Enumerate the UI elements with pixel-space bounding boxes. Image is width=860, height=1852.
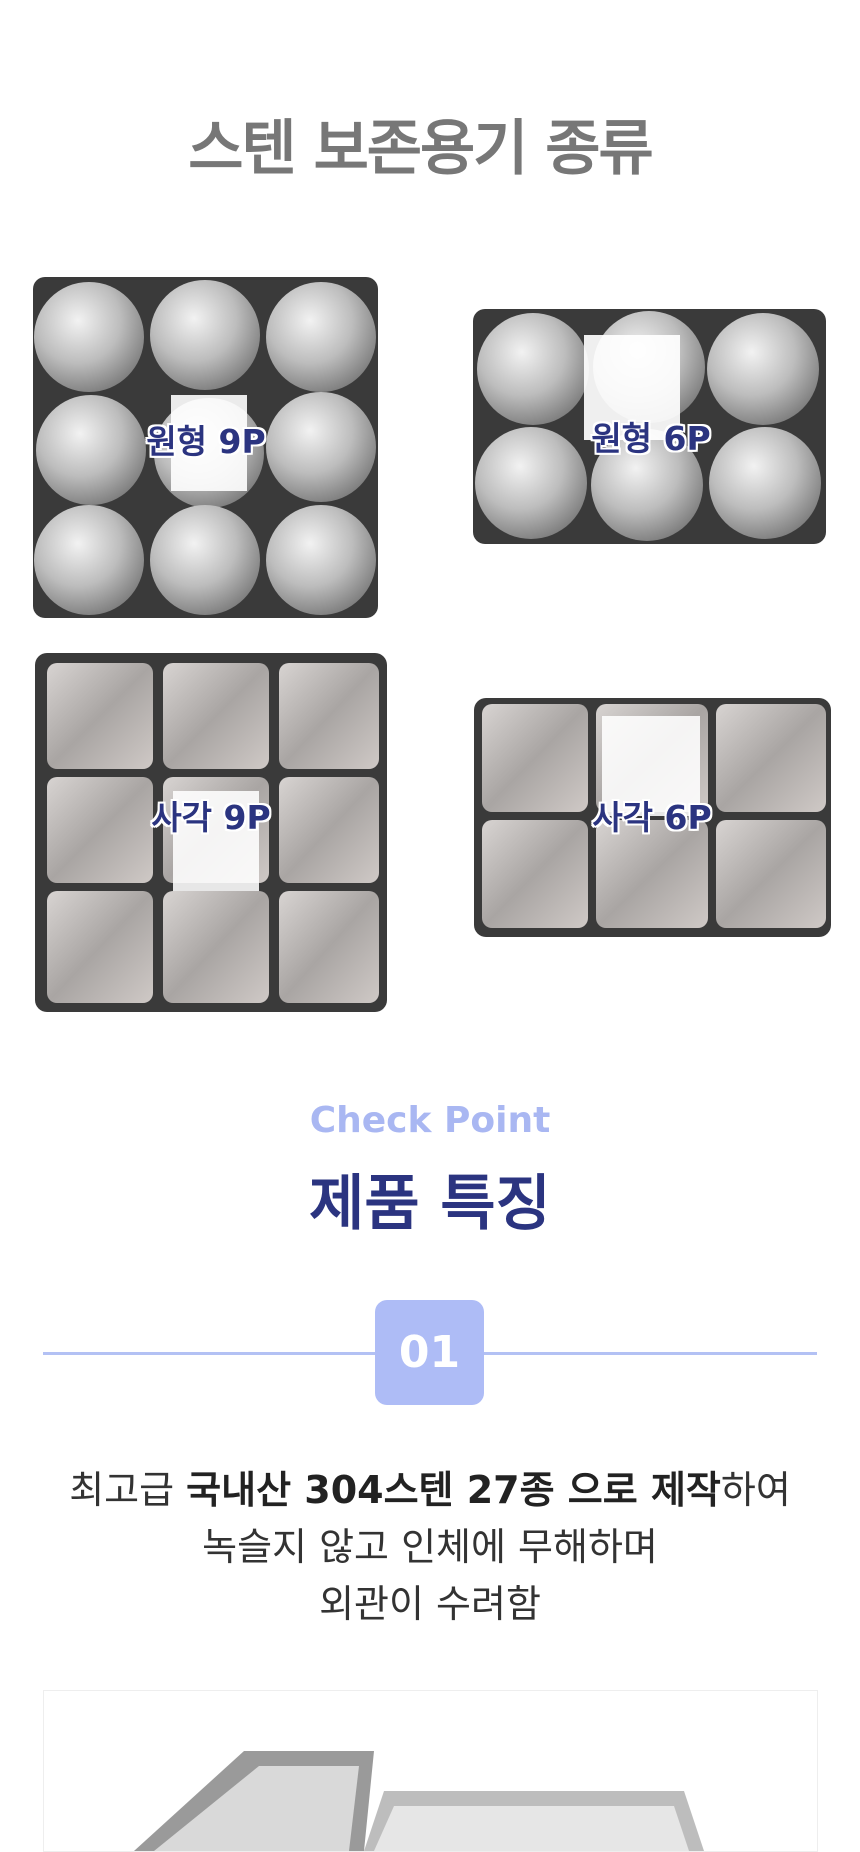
product-round-6p: 원형 6P xyxy=(471,307,828,546)
features-title: 제품 특징 xyxy=(309,1169,551,1239)
description-line-2: 녹슬지 않고 인체에 무해하며 xyxy=(202,1525,658,1569)
feature-description: 최고급 국내산 304스텐 27종 으로 제작하여 녹슬지 않고 인체에 무해하… xyxy=(0,1462,860,1633)
product-label: 원형 6P xyxy=(591,419,711,458)
feature-product-image xyxy=(134,1751,704,1851)
description-line-3: 외관이 수려함 xyxy=(319,1582,541,1626)
feature-image-frame xyxy=(43,1690,818,1852)
product-label: 사각 6P xyxy=(592,798,712,837)
check-point-subtitle: Check Point xyxy=(309,1100,551,1141)
page-title: 스텐 보존용기 종류 xyxy=(188,114,653,184)
product-square-9p: 사각 9P xyxy=(33,651,389,1014)
product-label: 원형 9P xyxy=(146,422,266,461)
product-label: 사각 9P xyxy=(151,798,271,837)
description-line-1: 최고급 국내산 304스텐 27종 으로 제작하여 xyxy=(69,1468,791,1512)
product-square-6p: 사각 6P xyxy=(472,696,833,939)
feature-number-badge: 01 xyxy=(375,1300,484,1405)
product-round-9p: 원형 9P xyxy=(31,275,380,620)
